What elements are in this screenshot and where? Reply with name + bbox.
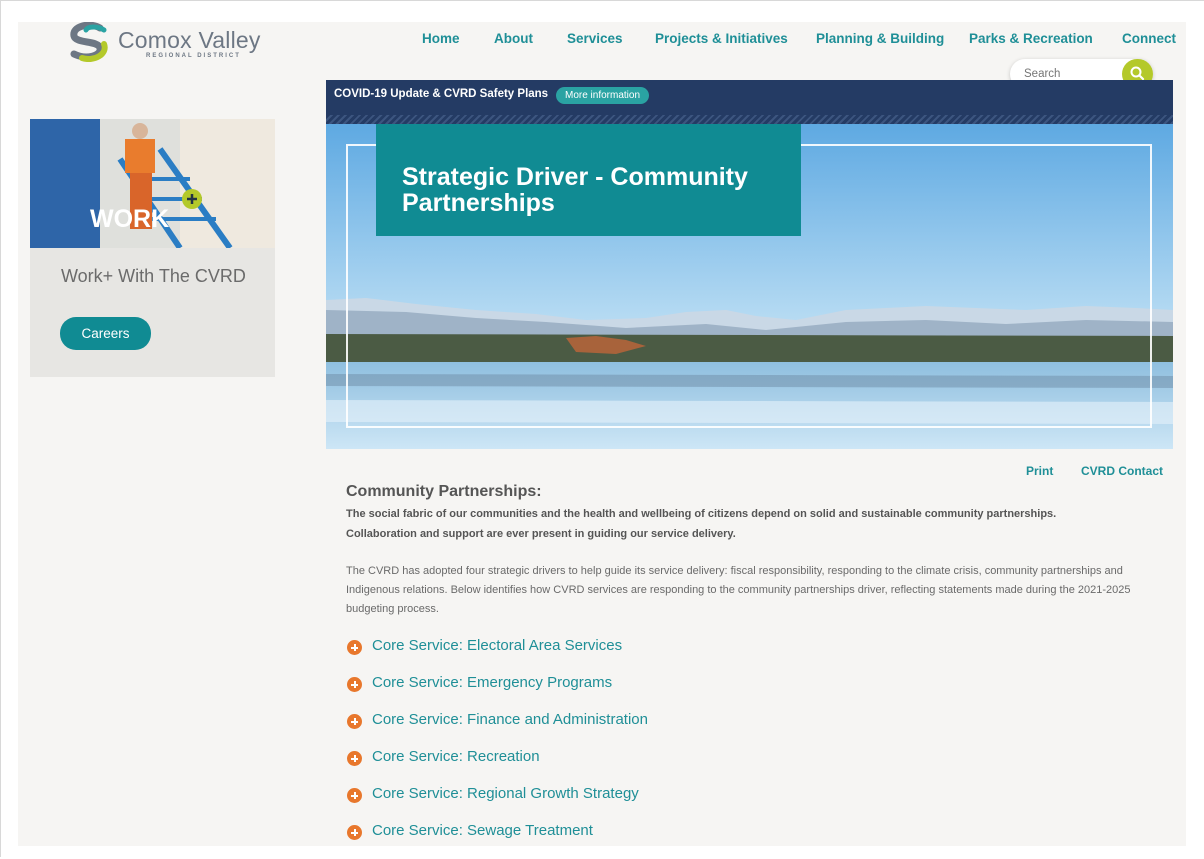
decorative-stripe [326,115,1173,124]
more-information-button[interactable]: More information [556,87,650,104]
nav-services[interactable]: Services [567,31,623,46]
core-services-accordion: Core Service: Electoral Area Services Co… [346,637,1046,859]
lead-paragraph: The social fabric of our communities and… [346,508,1057,540]
accordion-label: Core Service: Emergency Programs [372,674,613,691]
careers-card: WORK Work+ With The CVRD Careers [30,119,275,377]
accordion-item-finance-administration[interactable]: Core Service: Finance and Administration [346,711,1046,748]
cvrd-contact-link[interactable]: CVRD Contact [1081,464,1163,478]
expand-plus-icon [347,825,362,840]
logo-subtitle: REGIONAL DISTRICT [146,53,241,59]
expand-plus-icon [347,751,362,766]
nav-home[interactable]: Home [422,31,460,46]
nav-connect[interactable]: Connect [1122,31,1176,46]
accordion-label: Core Service: Electoral Area Services [372,637,623,654]
hero-title-box: Strategic Driver - Community Partnership… [376,124,801,236]
careers-card-title: Work+ With The CVRD [61,266,246,286]
accordion-item-emergency-programs[interactable]: Core Service: Emergency Programs [346,674,1046,711]
nav-projects-initiatives[interactable]: Projects & Initiatives [655,31,788,46]
body-paragraph: The CVRD has adopted four strategic driv… [346,565,1131,615]
covid-alert-bar: COVID-19 Update & CVRD Safety Plans More… [326,80,1173,124]
accordion-label: Core Service: Sewage Treatment [372,822,593,839]
accordion-item-electoral-area-services[interactable]: Core Service: Electoral Area Services [346,637,1046,674]
page-title: Strategic Driver - Community Partnership… [402,163,748,217]
accordion-item-recreation[interactable]: Core Service: Recreation [346,748,1046,785]
svg-text:WORK: WORK [90,205,169,233]
nav-planning-building[interactable]: Planning & Building [816,31,944,46]
window-top-border [0,0,1204,4]
worker-photo-art: WORK [30,119,275,248]
accordion-label: Core Service: Recreation [372,748,540,765]
expand-plus-icon [347,714,362,729]
accordion-item-regional-growth-strategy[interactable]: Core Service: Regional Growth Strategy [346,785,1046,822]
section-heading: Community Partnerships: [346,483,542,500]
main-nav: Home About Services Projects & Initiativ… [0,31,1204,51]
accordion-item-sewage-treatment[interactable]: Core Service: Sewage Treatment [346,822,1046,859]
worker-photo[interactable]: WORK [30,119,275,248]
hero-banner: Strategic Driver - Community Partnership… [326,124,1173,449]
expand-plus-icon [347,640,362,655]
accordion-label: Core Service: Finance and Administration [372,711,648,728]
window-left-border [0,0,1,857]
print-link[interactable]: Print [1026,464,1053,478]
right-margin [1186,22,1204,846]
main-content: Community Partnerships: The social fabri… [346,483,1166,619]
accordion-label: Core Service: Regional Growth Strategy [372,785,639,802]
covid-alert-text: COVID-19 Update & CVRD Safety Plans [334,88,549,100]
expand-plus-icon [347,788,362,803]
expand-plus-icon [347,677,362,692]
careers-button[interactable]: Careers [60,317,151,350]
nav-about[interactable]: About [494,31,533,46]
nav-parks-recreation[interactable]: Parks & Recreation [969,31,1093,46]
